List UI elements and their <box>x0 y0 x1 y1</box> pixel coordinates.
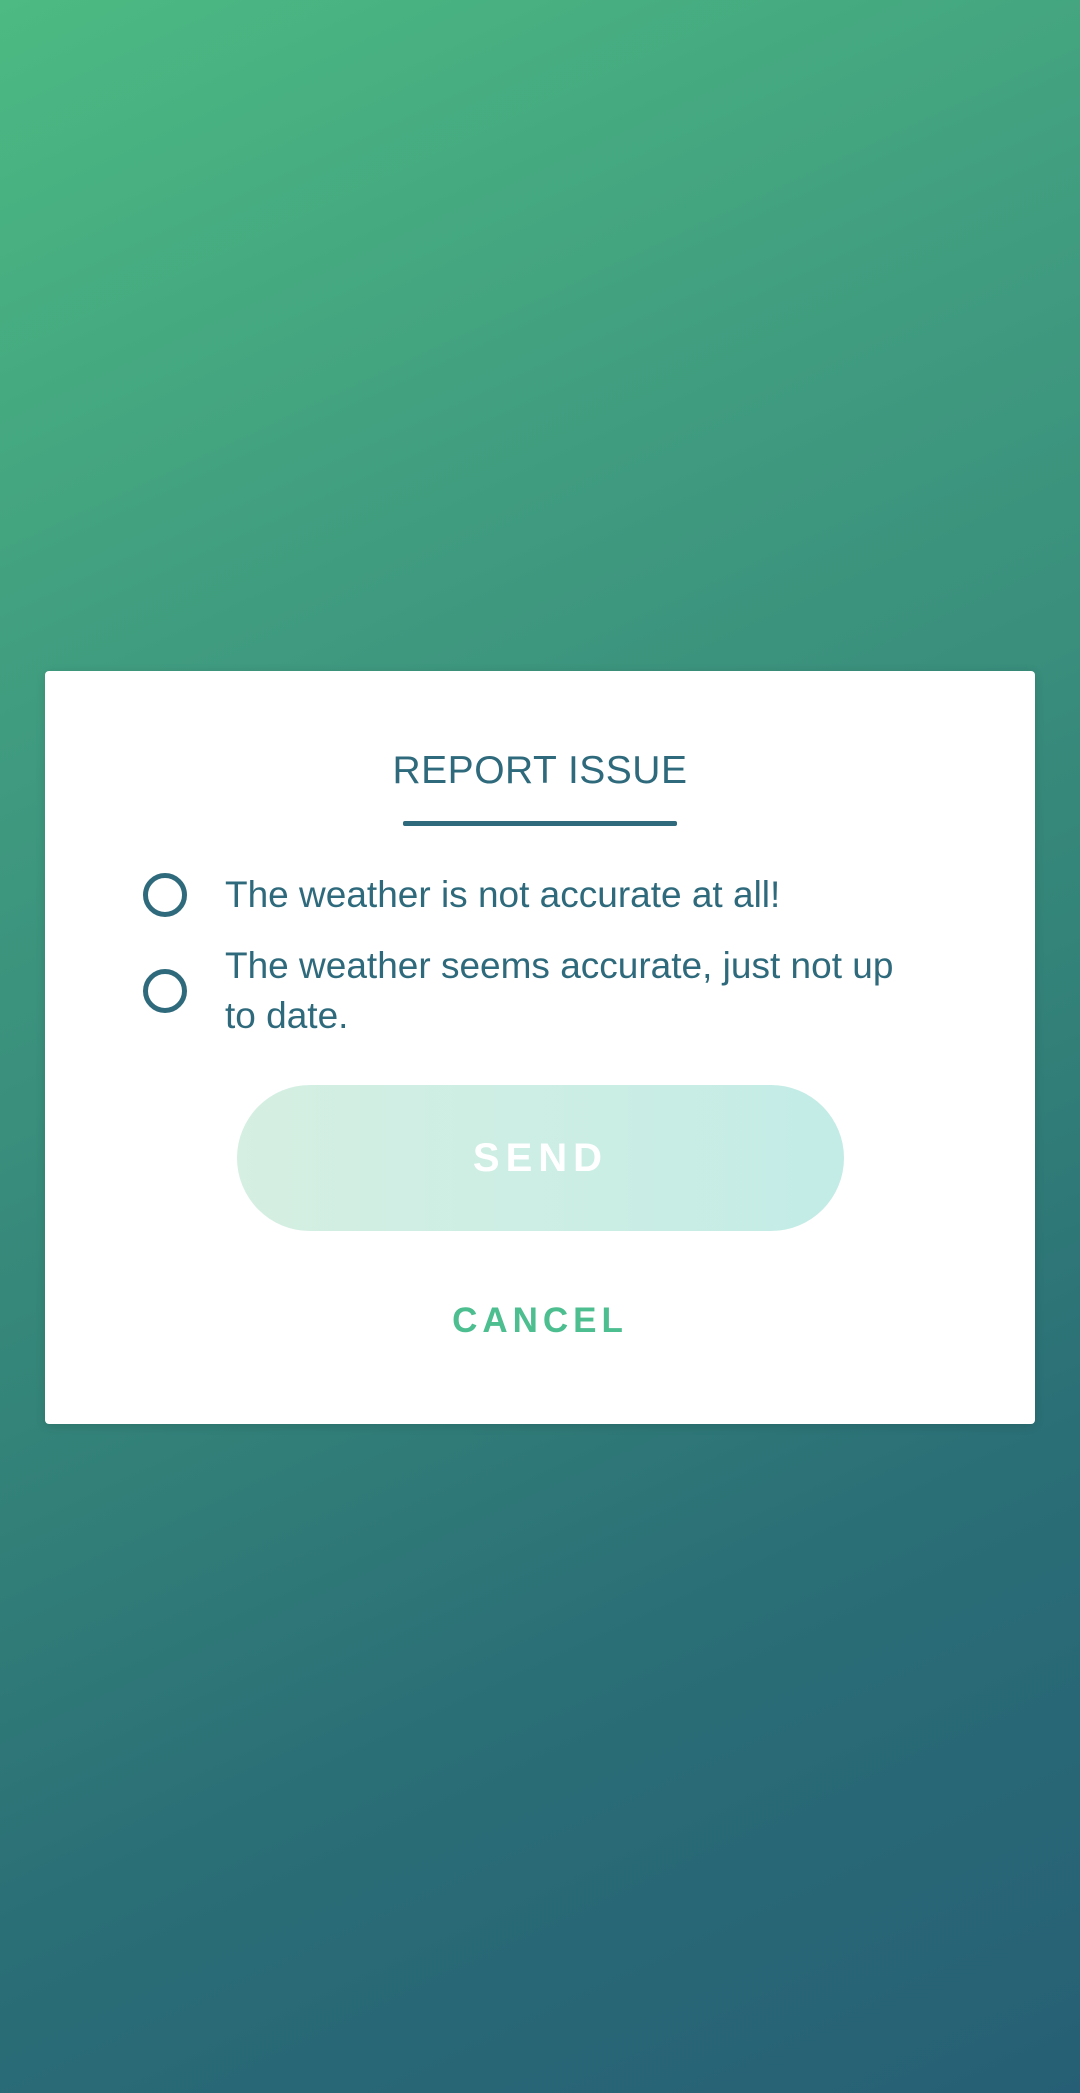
dialog-title: REPORT ISSUE <box>392 749 688 792</box>
report-issue-dialog: REPORT ISSUE The weather is not accurate… <box>45 671 1035 1424</box>
radio-unchecked-icon[interactable] <box>143 873 187 917</box>
radio-unchecked-icon[interactable] <box>143 969 187 1013</box>
send-button[interactable]: SEND <box>237 1085 844 1231</box>
title-underline <box>403 821 677 826</box>
option-label: The weather is not accurate at all! <box>225 874 781 915</box>
cancel-button[interactable]: CANCEL <box>45 1301 1035 1341</box>
option-not-accurate[interactable]: The weather is not accurate at all! <box>141 859 915 931</box>
option-not-up-to-date[interactable]: The weather seems accurate, just not up … <box>141 939 915 1043</box>
option-label: The weather seems accurate, just not up … <box>225 945 894 1036</box>
